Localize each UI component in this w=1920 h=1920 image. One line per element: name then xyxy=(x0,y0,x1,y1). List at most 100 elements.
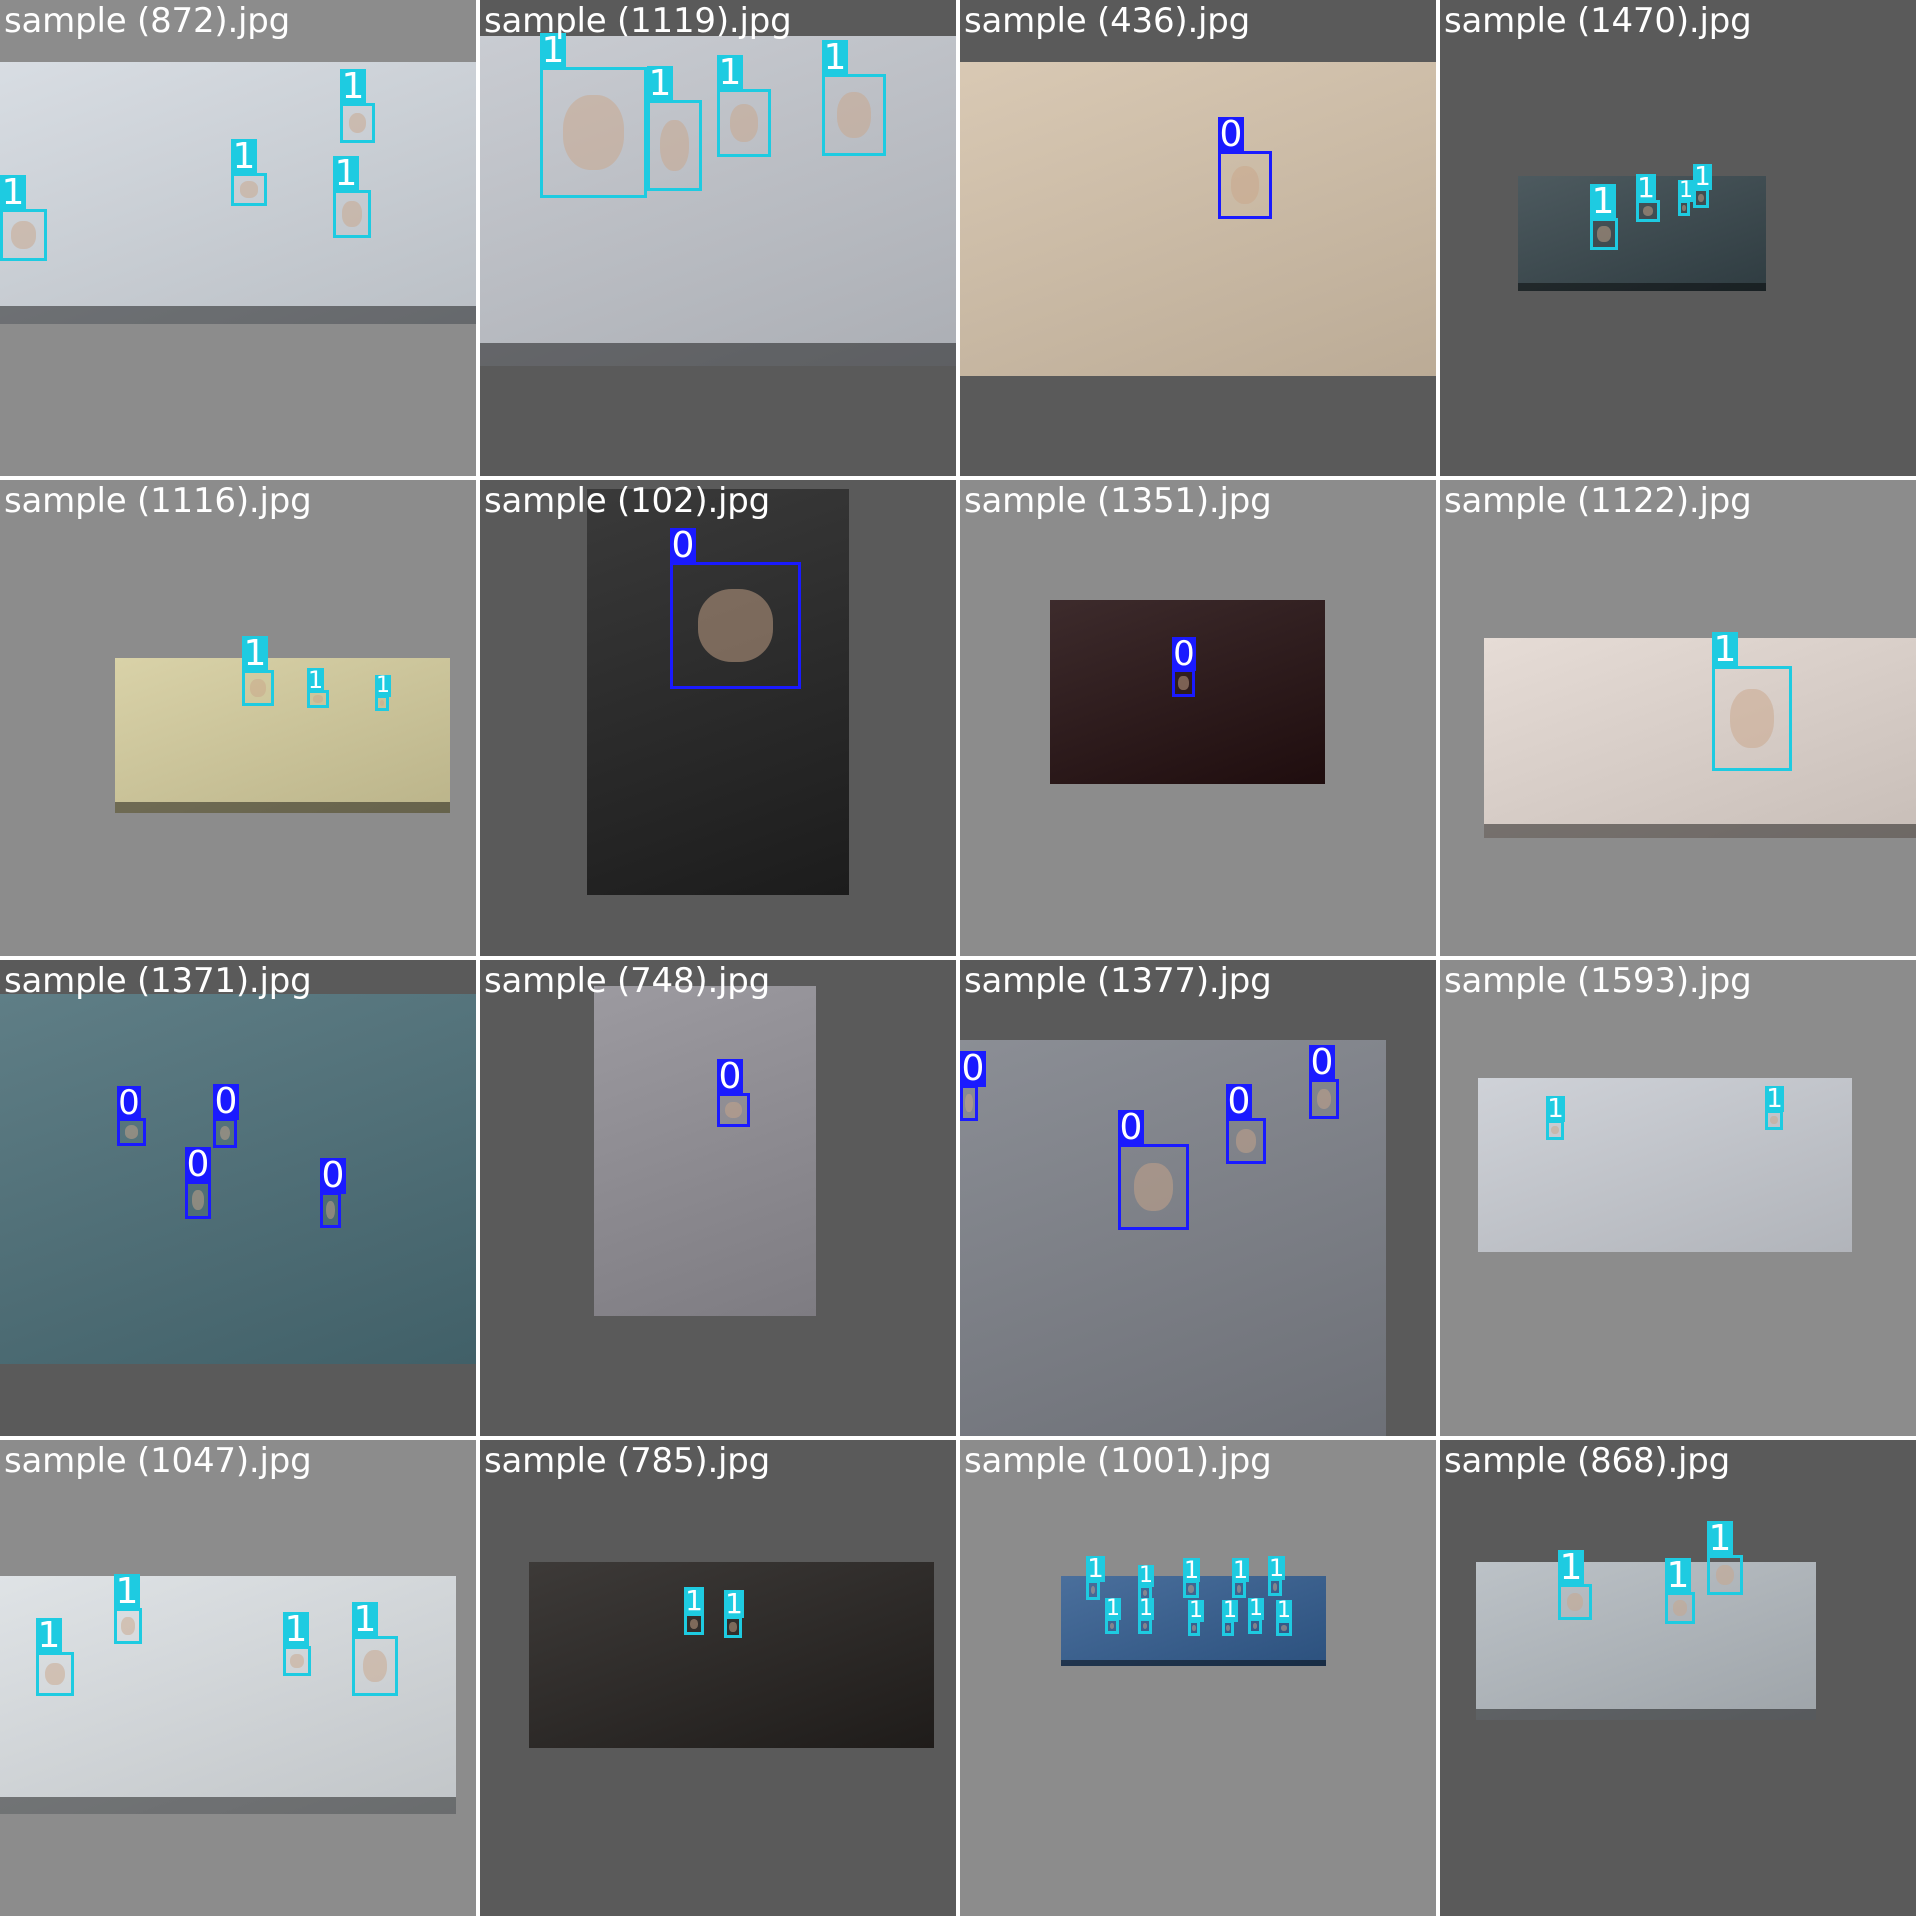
face-region xyxy=(1642,206,1654,216)
face-region xyxy=(725,1101,742,1119)
class-label: 0 xyxy=(960,1048,986,1089)
detection-box-class-1: 1 xyxy=(1222,1600,1238,1636)
class-label: 1 xyxy=(1105,1596,1121,1621)
face-region xyxy=(729,104,759,142)
face-region xyxy=(379,700,385,706)
detection-box-class-1: 1 xyxy=(1105,1598,1121,1634)
face-region xyxy=(1272,1583,1278,1591)
class-label: 1 xyxy=(1222,1598,1238,1623)
face-region xyxy=(250,679,266,697)
detection-box-class-1: 1 xyxy=(340,69,375,143)
face-region xyxy=(1729,688,1775,749)
detection-box-class-0: 0 xyxy=(1118,1110,1189,1230)
class-label: 0 xyxy=(1172,634,1196,674)
tile: sample (785).jpg 1 1 xyxy=(480,1440,956,1916)
sample-image xyxy=(587,489,849,895)
detection-box-class-0: 0 xyxy=(117,1086,146,1146)
face-region xyxy=(698,589,773,662)
detection-box-class-1: 1 xyxy=(1636,174,1660,222)
tile-filename: sample (1593).jpg xyxy=(1444,961,1752,1001)
class-label: 1 xyxy=(231,136,257,177)
class-label: 1 xyxy=(1188,1598,1204,1623)
tile-filename: sample (436).jpg xyxy=(964,1,1251,41)
tile: sample (1119).jpg 1 1 1 1 xyxy=(480,0,956,476)
class-label: 1 xyxy=(1138,1596,1154,1621)
tile: sample (1122).jpg 1 xyxy=(1440,480,1916,956)
detection-box-class-1: 1 xyxy=(1712,632,1792,771)
face-region xyxy=(121,1617,135,1635)
detection-box-class-0: 0 xyxy=(960,1051,986,1121)
tile-filename: sample (1001).jpg xyxy=(964,1441,1272,1481)
sample-image xyxy=(1476,1562,1816,1720)
tile-filename: sample (1470).jpg xyxy=(1444,1,1752,41)
face-region xyxy=(11,221,36,249)
class-label: 1 xyxy=(1183,1556,1200,1584)
class-label: 1 xyxy=(1636,171,1656,204)
tile: sample (1351).jpg 0 xyxy=(960,480,1436,956)
tile: sample (1593).jpg 1 1 xyxy=(1440,960,1916,1436)
tile-filename: sample (1377).jpg xyxy=(964,961,1272,1001)
tile: sample (1377).jpg 0 0 0 0 xyxy=(960,960,1436,1436)
class-label: 1 xyxy=(1276,1598,1292,1623)
detection-box-class-1: 1 xyxy=(36,1618,74,1696)
face-region xyxy=(240,181,258,198)
news-caption-bar xyxy=(115,802,450,813)
class-label: 1 xyxy=(1138,1563,1154,1588)
detection-box-class-1: 1 xyxy=(333,156,371,238)
face-region xyxy=(1109,1623,1115,1629)
detection-box-class-1: 1 xyxy=(283,1612,311,1676)
face-region xyxy=(563,95,624,170)
detection-box-class-1: 1 xyxy=(375,675,391,711)
detection-box-class-1: 1 xyxy=(684,1587,704,1635)
class-label: 1 xyxy=(1707,1518,1733,1559)
detection-box-class-1: 1 xyxy=(1086,1556,1105,1600)
class-label: 1 xyxy=(36,1615,62,1656)
detection-box-class-1: 1 xyxy=(1665,1558,1695,1624)
news-caption-bar xyxy=(0,305,476,324)
class-label: 1 xyxy=(1678,178,1694,203)
detection-box-class-0: 0 xyxy=(670,528,801,689)
tile: sample (1470).jpg 1 1 1 1 xyxy=(1440,0,1916,476)
class-label: 0 xyxy=(1218,114,1244,155)
detection-box-class-0: 0 xyxy=(213,1084,239,1148)
tile-filename: sample (872).jpg xyxy=(4,1,291,41)
class-label: 1 xyxy=(1665,1555,1691,1596)
detection-box-class-1: 1 xyxy=(1765,1086,1784,1130)
face-region xyxy=(729,1622,737,1632)
class-label: 1 xyxy=(114,1571,140,1612)
face-region xyxy=(219,1125,231,1141)
class-label: 1 xyxy=(0,172,26,213)
face-region xyxy=(1551,1125,1559,1135)
class-label: 1 xyxy=(352,1599,378,1640)
detection-box-class-1: 1 xyxy=(307,668,329,708)
tile: sample (1116).jpg 1 1 1 xyxy=(0,480,476,956)
class-label: 1 xyxy=(333,153,359,194)
tile-filename: sample (1371).jpg xyxy=(4,961,312,1001)
sample-image xyxy=(594,986,816,1316)
detection-box-class-1: 1 xyxy=(724,1590,744,1638)
news-caption-bar xyxy=(480,342,956,366)
class-label: 0 xyxy=(185,1144,211,1185)
tile-filename: sample (748).jpg xyxy=(484,961,771,1001)
face-region xyxy=(326,1201,335,1219)
class-label: 1 xyxy=(684,1584,704,1617)
sample-image xyxy=(960,62,1436,376)
face-region xyxy=(1192,1625,1196,1631)
detection-box-class-0: 0 xyxy=(320,1158,346,1228)
tile-filename: sample (1351).jpg xyxy=(964,481,1272,521)
tile-filename: sample (1116).jpg xyxy=(4,481,312,521)
class-label: 1 xyxy=(647,63,673,104)
sample-image xyxy=(1484,638,1916,838)
detection-box-class-0: 0 xyxy=(1172,637,1196,697)
detection-box-class-1: 1 xyxy=(242,636,274,706)
face-region xyxy=(1178,676,1189,690)
face-region xyxy=(1316,1088,1332,1110)
face-region xyxy=(689,1619,699,1629)
face-region xyxy=(45,1662,65,1686)
detection-box-class-1: 1 xyxy=(717,55,771,157)
class-label: 1 xyxy=(1693,162,1712,192)
detection-box-class-1: 1 xyxy=(1268,1556,1285,1596)
class-label: 1 xyxy=(242,633,268,674)
tile: sample (872).jpg 1 1 1 1 xyxy=(0,0,476,476)
face-region xyxy=(836,92,872,138)
